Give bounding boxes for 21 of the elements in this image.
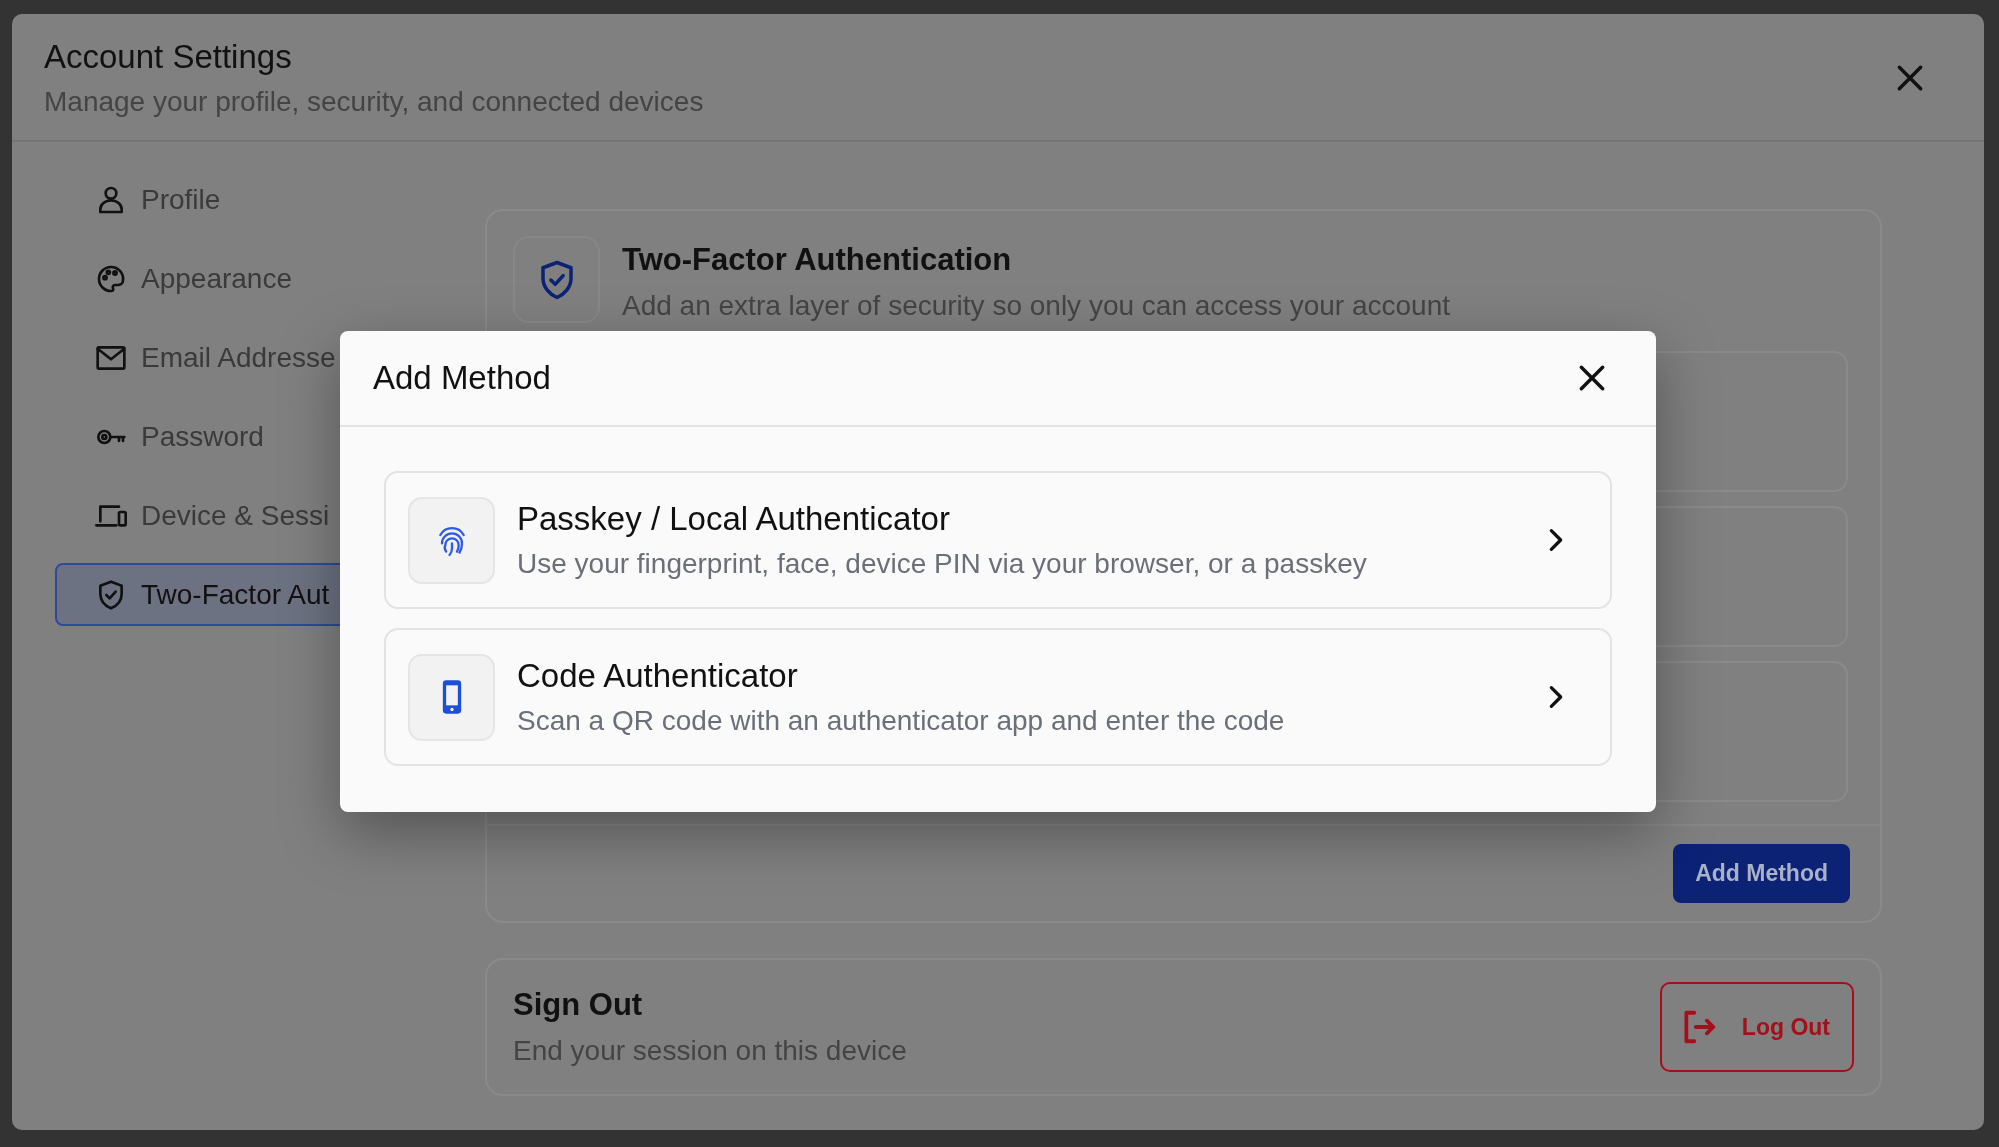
section-description: End your session on this device bbox=[513, 1035, 907, 1067]
window-subtitle: Manage your profile, security, and connected devices bbox=[44, 86, 704, 118]
option-description: Scan a QR code with an authenticator app and enter the code bbox=[517, 705, 1286, 737]
sidebar-item[interactable]: Profile bbox=[55, 168, 467, 231]
method-option[interactable]: Passkey / Local Authenticator Use your fingerprint, face, device PIN via your browser, or a passkey bbox=[384, 471, 1612, 609]
sidebar-item[interactable]: Appearance bbox=[55, 247, 467, 310]
section-description: Add an extra layer of security so only you can access your account bbox=[622, 290, 1450, 322]
phone-icon bbox=[408, 653, 495, 741]
section-title: Sign Out bbox=[513, 987, 644, 1023]
option-title: Code Authenticator bbox=[517, 657, 799, 695]
option-description: Use your fingerprint, face, device PIN via your browser, or a passkey bbox=[517, 548, 1368, 580]
dialog-title: Add Method bbox=[373, 359, 551, 397]
section-title: Two-Factor Authentication bbox=[622, 242, 1013, 278]
option-title: Passkey / Local Authenticator bbox=[517, 500, 951, 538]
add-method-button[interactable]: Add Method bbox=[1673, 844, 1850, 903]
fingerprint-icon bbox=[408, 496, 495, 584]
sidebar-item[interactable]: Password bbox=[55, 405, 467, 468]
log-out-button[interactable]: Log Out bbox=[1659, 982, 1854, 1072]
shield-icon bbox=[513, 236, 600, 323]
window-title: Account Settings bbox=[44, 38, 293, 76]
method-option[interactable]: Code Authenticator Scan a QR code with an authenticator app and enter the code bbox=[384, 628, 1612, 766]
